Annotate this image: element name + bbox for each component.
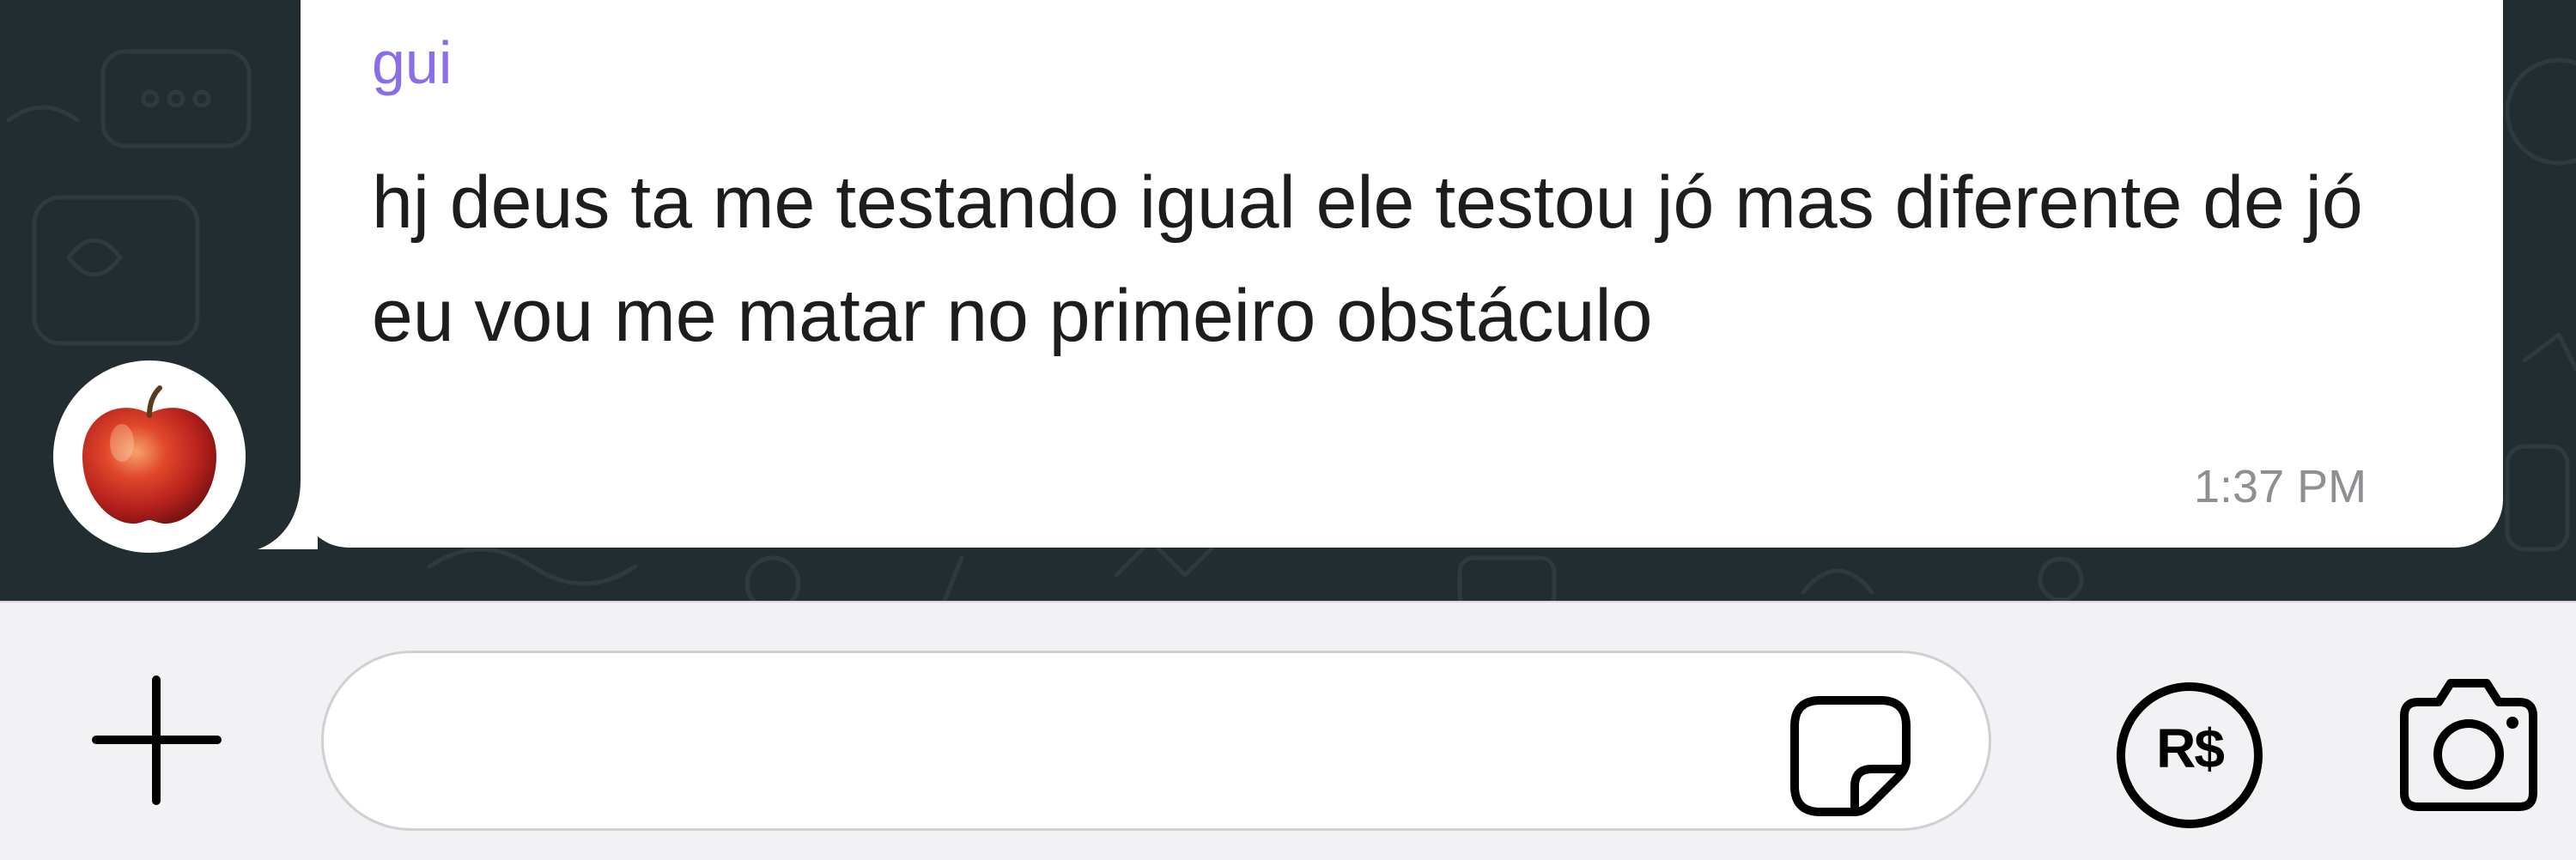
camera-icon[interactable] — [2387, 673, 2550, 819]
apple-avatar-icon — [82, 385, 216, 524]
message-text: hj deus ta me testando igual ele testou … — [372, 161, 2363, 357]
message-input[interactable] — [321, 651, 1991, 831]
contact-avatar[interactable] — [53, 360, 246, 553]
message-timestamp: 1:37 PM — [2194, 461, 2367, 512]
plus-icon[interactable] — [86, 669, 228, 811]
chat-area: gui hj deus ta me testando igual ele tes… — [0, 0, 2576, 601]
sticker-icon[interactable] — [1786, 692, 1915, 821]
sender-name[interactable]: gui — [372, 33, 452, 93]
payment-label: R$ — [2156, 718, 2225, 779]
